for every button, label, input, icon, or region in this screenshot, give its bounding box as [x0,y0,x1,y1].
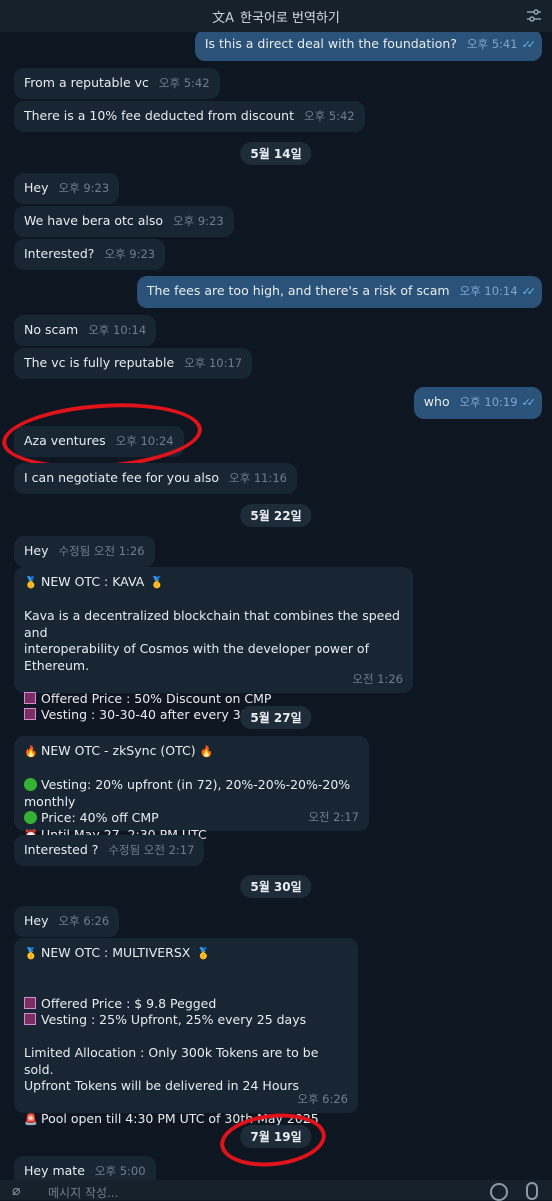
message-incoming[interactable]: 🥇 NEW OTC : KAVA 🥇 Kava is a decentralized… [14,567,413,722]
message-incoming[interactable]: No scam 오후 10:14 [14,315,157,346]
message-incoming[interactable]: 🥇 NEW OTC : MULTIVERSX 🥇 Offered Price : $… [14,938,358,1126]
message-incoming[interactable]: There is a 10% fee deducted from discoun… [14,101,365,132]
message-outgoing[interactable]: who 오후 10:19 ✓✓ [413,387,542,419]
message-composer: ⌀ 메시지 작성... [0,1180,552,1201]
sparkle-icon [24,708,36,720]
message-incoming[interactable]: The vc is fully reputable 오후 10:17 [14,348,253,379]
date-separator: 5월 22일 [240,504,312,527]
message-incoming[interactable]: Aza ventures 오후 10:24 [14,426,184,457]
green-circle-icon [24,778,37,791]
date-separator: 5월 30일 [240,875,312,898]
message-incoming[interactable]: Hey 수정됨 오전 1:26 [14,536,155,567]
medal-icon: 🥇 [24,947,38,960]
fire-icon: 🔥 [199,745,214,758]
message-incoming[interactable]: Interested? 오후 9:23 [14,239,166,270]
message-incoming[interactable]: We have bera otc also 오후 9:23 [14,206,234,237]
date-separator: 5월 27일 [240,706,312,729]
message-incoming[interactable]: Hey 오후 6:26 [14,906,120,937]
message-outgoing[interactable]: Is this a direct deal with the foundatio… [194,30,542,61]
sparkle-icon [24,691,36,704]
message-incoming[interactable]: 🔥 NEW OTC - zkSync (OTC) 🔥 Vesting: 20% up… [14,736,369,842]
green-circle-icon [24,811,37,824]
sparkle-icon [24,1013,36,1025]
filter-icon[interactable] [526,8,542,24]
read-checks-icon: ✓✓ [521,38,537,51]
read-checks-icon: ✓✓ [521,396,537,409]
message-outgoing[interactable]: The fees are too high, and there's a ris… [136,276,542,308]
translate-icon: 文A [212,10,235,26]
translate-bar[interactable]: 文A 한국어로 번역하기 [0,0,552,32]
fire-icon: 🔥 [24,745,38,758]
sparkle-icon [24,996,36,1009]
read-checks-icon: ✓✓ [521,285,537,298]
message-incoming[interactable]: From a reputable vc 오후 5:42 [14,68,220,99]
emoji-icon[interactable] [490,1183,508,1201]
message-incoming[interactable]: Interested ? 수정됨 오전 2:17 [14,835,205,866]
message-input[interactable]: 메시지 작성... [48,1184,118,1201]
siren-icon: 🚨 [24,1113,38,1126]
message-incoming[interactable]: Hey 오후 9:23 [14,173,120,204]
medal-icon: 🥇 [150,576,165,589]
microphone-icon[interactable] [526,1182,538,1200]
medal-icon: 🥇 [24,576,38,589]
paperclip-icon[interactable]: ⌀ [12,1183,20,1199]
date-separator: 5월 14일 [240,142,312,165]
message-incoming[interactable]: I can negotiate fee for you also 오후 11:16 [14,463,298,494]
medal-icon: 🥇 [196,947,211,960]
chat-history: Is this a direct deal with the foundatio… [0,0,552,1187]
date-separator: 7월 19일 [240,1125,312,1148]
